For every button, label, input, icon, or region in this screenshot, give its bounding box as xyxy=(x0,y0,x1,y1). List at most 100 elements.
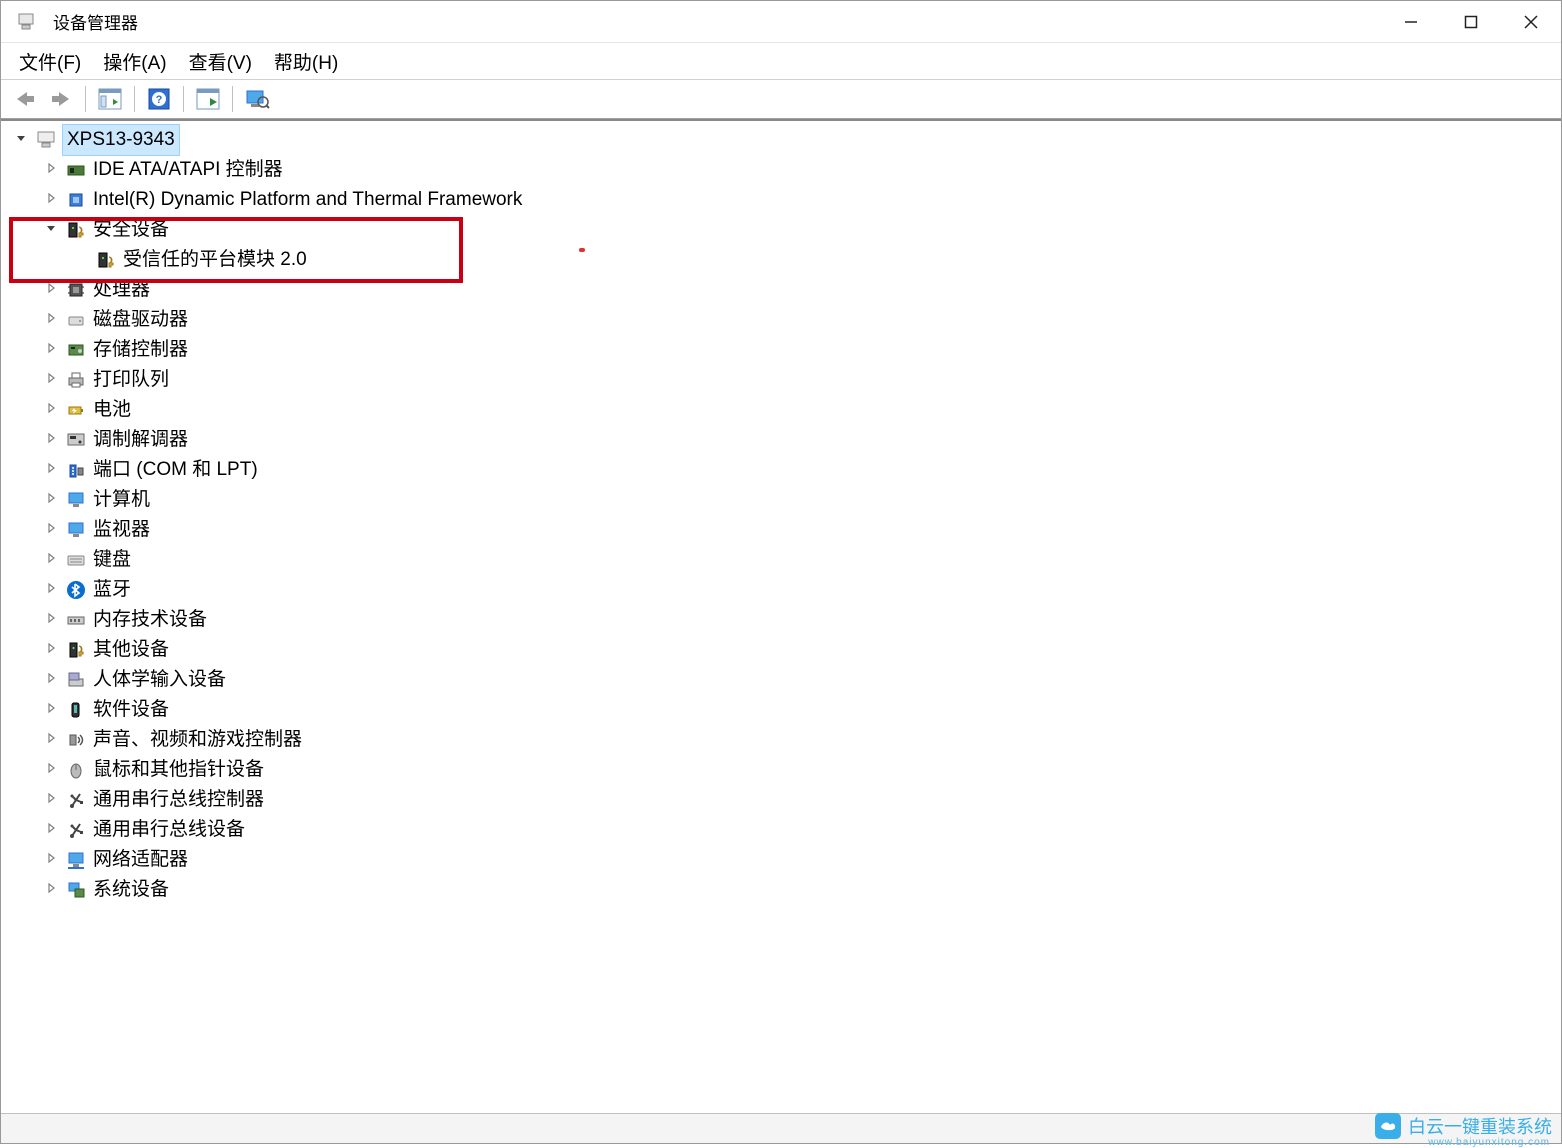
device-tree[interactable]: XPS13-9343IDE ATA/ATAPI 控制器Intel(R) Dyna… xyxy=(1,121,1561,1113)
back-button[interactable] xyxy=(11,85,39,113)
tree-node-label: 安全设备 xyxy=(93,215,169,244)
expand-icon[interactable] xyxy=(41,640,61,660)
tree-node-label: 计算机 xyxy=(93,485,150,514)
scan-hardware-button[interactable] xyxy=(243,85,271,113)
help-button[interactable]: ? xyxy=(145,85,173,113)
menu-action[interactable]: 操作(A) xyxy=(103,48,166,75)
watermark: 白云一键重装系统 www.baiyunxitong.com xyxy=(1374,1112,1552,1140)
red-marker-dot xyxy=(579,248,585,252)
expand-icon[interactable] xyxy=(41,460,61,480)
menu-help[interactable]: 帮助(H) xyxy=(274,48,338,75)
modem-icon xyxy=(65,429,87,451)
chip-blue-icon xyxy=(65,189,87,211)
tree-category-node[interactable]: 人体学输入设备 xyxy=(11,665,1561,695)
expand-icon[interactable] xyxy=(41,400,61,420)
toolbar-divider xyxy=(232,86,233,112)
expand-icon[interactable] xyxy=(41,490,61,510)
expand-icon[interactable] xyxy=(41,280,61,300)
ide-icon xyxy=(65,159,87,181)
svg-text:?: ? xyxy=(156,94,163,106)
software-icon xyxy=(65,699,87,721)
collapse-icon[interactable] xyxy=(11,130,31,150)
tree-category-node[interactable]: 通用串行总线设备 xyxy=(11,815,1561,845)
tree-category-node[interactable]: 内存技术设备 xyxy=(11,605,1561,635)
menu-file[interactable]: 文件(F) xyxy=(19,48,81,75)
network-icon xyxy=(65,849,87,871)
tree-category-node[interactable]: 网络适配器 xyxy=(11,845,1561,875)
close-button[interactable] xyxy=(1501,1,1561,42)
usb-icon xyxy=(65,789,87,811)
tree-category-node[interactable]: 安全设备 xyxy=(11,215,1561,245)
forward-button[interactable] xyxy=(47,85,75,113)
memory-icon xyxy=(65,609,87,631)
tree-category-node[interactable]: 电池 xyxy=(11,395,1561,425)
tree-category-node[interactable]: 软件设备 xyxy=(11,695,1561,725)
tree-category-node[interactable]: 声音、视频和游戏控制器 xyxy=(11,725,1561,755)
tree-category-node[interactable]: 打印队列 xyxy=(11,365,1561,395)
tree-category-node[interactable]: 键盘 xyxy=(11,545,1561,575)
expand-icon[interactable] xyxy=(41,190,61,210)
tree-category-node[interactable]: 鼠标和其他指针设备 xyxy=(11,755,1561,785)
expand-icon[interactable] xyxy=(41,550,61,570)
monitor-icon xyxy=(65,519,87,541)
tree-category-node[interactable]: 存储控制器 xyxy=(11,335,1561,365)
maximize-button[interactable] xyxy=(1441,1,1501,42)
minimize-button[interactable] xyxy=(1381,1,1441,42)
properties-button[interactable] xyxy=(194,85,222,113)
tree-node-label: 系统设备 xyxy=(93,875,169,904)
tree-node-label: 通用串行总线设备 xyxy=(93,815,245,844)
tree-node-label: 网络适配器 xyxy=(93,845,188,874)
expand-icon[interactable] xyxy=(41,610,61,630)
battery-icon xyxy=(65,399,87,421)
tree-node-label: 端口 (COM 和 LPT) xyxy=(93,455,258,484)
tree-node-label: 受信任的平台模块 2.0 xyxy=(123,245,307,274)
expand-icon[interactable] xyxy=(41,790,61,810)
expand-icon[interactable] xyxy=(41,730,61,750)
device-manager-window: 设备管理器 文件(F) 操作(A) 查看(V) 帮助(H) xyxy=(0,0,1562,1144)
expand-icon[interactable] xyxy=(41,820,61,840)
tree-category-node[interactable]: 端口 (COM 和 LPT) xyxy=(11,455,1561,485)
tree-category-node[interactable]: 调制解调器 xyxy=(11,425,1561,455)
tree-category-node[interactable]: 其他设备 xyxy=(11,635,1561,665)
collapse-icon[interactable] xyxy=(41,220,61,240)
expand-icon[interactable] xyxy=(41,580,61,600)
tree-category-node[interactable]: IDE ATA/ATAPI 控制器 xyxy=(11,155,1561,185)
toolbar-divider xyxy=(134,86,135,112)
tree-node-label: XPS13-9343 xyxy=(63,125,179,154)
tree-category-node[interactable]: 计算机 xyxy=(11,485,1561,515)
tree-root-node[interactable]: XPS13-9343 xyxy=(11,125,1561,155)
tree-node-label: 存储控制器 xyxy=(93,335,188,364)
tree-category-node[interactable]: 蓝牙 xyxy=(11,575,1561,605)
tree-category-node[interactable]: 系统设备 xyxy=(11,875,1561,905)
expand-icon[interactable] xyxy=(41,850,61,870)
mouse-icon xyxy=(65,759,87,781)
tree-category-node[interactable]: 监视器 xyxy=(11,515,1561,545)
titlebar: 设备管理器 xyxy=(1,1,1561,43)
tree-device-node[interactable]: 受信任的平台模块 2.0 xyxy=(11,245,1561,275)
content-area: XPS13-9343IDE ATA/ATAPI 控制器Intel(R) Dyna… xyxy=(1,119,1561,1113)
expand-icon[interactable] xyxy=(41,310,61,330)
tree-category-node[interactable]: 处理器 xyxy=(11,275,1561,305)
show-hide-console-button[interactable] xyxy=(96,85,124,113)
expand-icon[interactable] xyxy=(41,880,61,900)
tree-node-label: 打印队列 xyxy=(93,365,169,394)
tree-node-label: Intel(R) Dynamic Platform and Thermal Fr… xyxy=(93,185,522,214)
tree-category-node[interactable]: 通用串行总线控制器 xyxy=(11,785,1561,815)
expand-icon[interactable] xyxy=(41,340,61,360)
expand-icon[interactable] xyxy=(41,430,61,450)
menu-view[interactable]: 查看(V) xyxy=(189,48,252,75)
expand-icon[interactable] xyxy=(41,520,61,540)
expand-icon[interactable] xyxy=(41,160,61,180)
expand-icon[interactable] xyxy=(41,700,61,720)
tree-node-label: 声音、视频和游戏控制器 xyxy=(93,725,302,754)
tree-node-label: 鼠标和其他指针设备 xyxy=(93,755,264,784)
tree-category-node[interactable]: 磁盘驱动器 xyxy=(11,305,1561,335)
root-pc-icon xyxy=(35,129,57,151)
expand-icon[interactable] xyxy=(41,670,61,690)
tree-category-node[interactable]: Intel(R) Dynamic Platform and Thermal Fr… xyxy=(11,185,1561,215)
cpu-icon xyxy=(65,279,87,301)
toolbar-divider xyxy=(183,86,184,112)
expand-icon[interactable] xyxy=(41,760,61,780)
keyboard-icon xyxy=(65,549,87,571)
expand-icon[interactable] xyxy=(41,370,61,390)
